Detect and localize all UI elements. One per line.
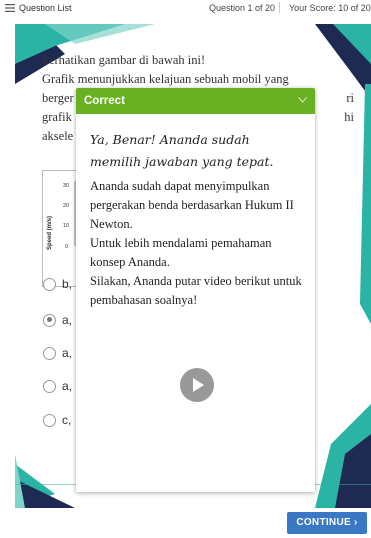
feedback-header-label: Correct <box>84 95 125 107</box>
tick-label: 10 <box>63 223 69 229</box>
answer-option-4[interactable]: a, <box>43 379 72 393</box>
answer-option-2[interactable]: a, <box>43 313 72 327</box>
radio-button[interactable] <box>43 413 56 427</box>
question-list-button[interactable]: Question List <box>5 3 72 13</box>
chart-ylabel: Speed (m/s) <box>47 216 53 250</box>
tick-label: 0 <box>65 244 68 250</box>
feedback-header: Correct <box>76 88 315 114</box>
top-bar: Question List Question 1 of 20 Your Scor… <box>0 0 371 20</box>
radio-button-selected[interactable] <box>43 313 56 327</box>
divider <box>279 2 280 13</box>
play-video-button[interactable] <box>180 368 214 402</box>
answer-option-5[interactable]: c, <box>43 413 71 427</box>
question-counter: Question 1 of 20 <box>209 3 276 13</box>
option-label: c, <box>62 413 72 427</box>
feedback-title: Ya, Benar! Ananda sudah memilih jawaban … <box>90 132 274 169</box>
answer-option-3[interactable]: a, <box>43 346 72 360</box>
chevron-down-icon[interactable] <box>298 97 307 103</box>
option-label: a, <box>62 346 73 360</box>
score-text: Your Score: 10 of 20 <box>289 3 371 13</box>
radio-button[interactable] <box>43 346 56 360</box>
option-label: a, <box>62 313 73 327</box>
feedback-text: Ananda sudah dapat menyimpulkan pergerak… <box>90 179 302 307</box>
list-icon <box>5 4 15 12</box>
tick-label: 30 <box>63 183 69 189</box>
feedback-popup: Correct Ya, Benar! Ananda sudah memilih … <box>76 88 315 492</box>
radio-button[interactable] <box>43 379 56 393</box>
continue-button[interactable]: CONTINUE › <box>287 512 367 534</box>
answer-option-1[interactable]: b, <box>43 277 72 291</box>
feedback-body: Ya, Benar! Ananda sudah memilih jawaban … <box>76 114 315 310</box>
question-line-1: Perhatikan gambar di bawah ini! <box>42 53 206 67</box>
option-label: a, <box>62 379 73 393</box>
tick-label: 20 <box>63 203 69 209</box>
radio-button[interactable] <box>43 277 56 291</box>
question-line-2: Grafik menunjukkan kelajuan sebuah mobil… <box>42 72 289 86</box>
option-label: b, <box>62 277 73 291</box>
question-list-label: Question List <box>19 3 72 13</box>
